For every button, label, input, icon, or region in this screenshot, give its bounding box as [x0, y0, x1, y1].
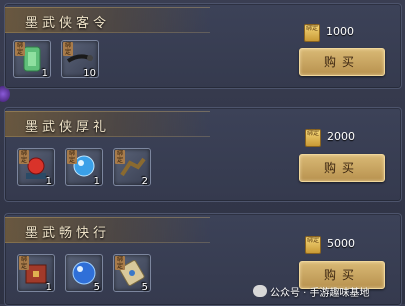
bind-tag: 绑定: [67, 150, 77, 164]
bind-tag: 绑定: [63, 42, 73, 56]
item-count: 5: [93, 282, 100, 293]
item-slot-blue-pearl[interactable]: 5: [65, 254, 103, 293]
item-slot-bronze-figure[interactable]: 绑定 2: [113, 148, 151, 187]
item-slot-scroll[interactable]: 绑定 5: [113, 254, 151, 293]
pack-title-bar: 墨武侠客令: [5, 7, 210, 33]
watermark: 公众号 · 手游趣味基地: [253, 282, 370, 300]
buy-button[interactable]: 购买: [299, 48, 385, 76]
buy-button[interactable]: 购买: [299, 154, 385, 182]
pack-title: 墨武侠客令: [25, 16, 111, 31]
coin-icon: 绑定: [305, 236, 321, 254]
item-count: 1: [93, 176, 100, 187]
item-count: 1: [45, 176, 52, 187]
item-slot-dark-flute[interactable]: 绑定 10: [61, 40, 99, 79]
bind-tag: 绑定: [19, 150, 29, 164]
bind-tag: 绑定: [15, 42, 25, 56]
pack-panel-1: 墨武侠客令 绑定 1 绑定 10 绑定 1000 购买: [4, 3, 402, 89]
price: 5000: [327, 237, 355, 250]
coin-icon: 绑定: [305, 129, 321, 147]
coin-icon: 绑定: [304, 24, 320, 42]
item-count: 1: [41, 68, 48, 79]
item-count: 10: [83, 68, 96, 79]
bind-tag: 绑定: [19, 256, 29, 270]
pack-title: 墨武侠厚礼: [25, 120, 111, 135]
wechat-icon: [253, 285, 267, 297]
watermark-text: 公众号 · 手游趣味基地: [270, 287, 370, 299]
item-count: 5: [141, 282, 148, 293]
item-slot-red-orb[interactable]: 绑定 1: [17, 148, 55, 187]
item-count: 2: [141, 176, 148, 187]
pack-panel-2: 墨武侠厚礼 绑定 1 绑定 1 绑定 2 绑定 2000 购买: [4, 107, 402, 202]
price: 1000: [326, 25, 354, 38]
price: 2000: [327, 130, 355, 143]
bind-tag: 绑定: [115, 150, 125, 164]
pack-title: 墨武畅快行: [25, 226, 111, 241]
item-slot-jade-token[interactable]: 绑定 1: [13, 40, 51, 79]
item-count: 1: [45, 282, 52, 293]
item-slot-treasure-chest[interactable]: 绑定 1: [17, 254, 55, 293]
pack-title-bar: 墨武侠厚礼: [5, 111, 210, 137]
bind-tag: 绑定: [115, 256, 125, 270]
pack-title-bar: 墨武畅快行: [5, 217, 210, 243]
item-slot-blue-crystal[interactable]: 绑定 1: [65, 148, 103, 187]
